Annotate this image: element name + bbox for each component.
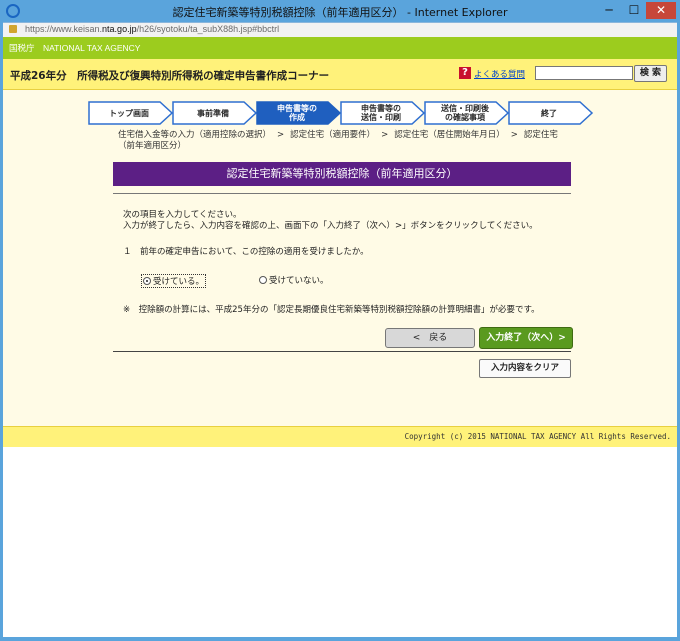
footer: Copyright (c) 2015 NATIONAL TAX AGENCY A…	[3, 426, 677, 447]
step-label: 終了	[541, 108, 557, 118]
close-button[interactable]: ✕	[646, 2, 676, 19]
corner-header: 平成26年分 所得税及び復興特別所得税の確定申告書作成コーナー ? よくある質問…	[3, 59, 677, 90]
agency-name: 国税庁 NATIONAL TAX AGENCY	[9, 43, 141, 53]
breadcrumb-separator: >	[277, 130, 285, 140]
radio-unselected-icon[interactable]	[259, 276, 267, 284]
step-label: 申告書等の 作成	[277, 104, 317, 122]
step-label: トップ画面	[109, 108, 149, 118]
clear-button[interactable]: 入力内容をクリア	[479, 359, 571, 378]
agency-bar: 国税庁 NATIONAL TAX AGENCY	[3, 37, 677, 59]
radio-not-received[interactable]: 受けていない。	[259, 274, 329, 286]
breadcrumb-separator: >	[381, 130, 389, 140]
question-mark-icon[interactable]: ?	[459, 67, 471, 79]
step-5: 送信・印刷後 の確認事項	[424, 101, 510, 125]
back-button[interactable]: < 戻る	[385, 328, 475, 348]
address-bar[interactable]: https://www.keisan.nta.go.jp/h26/syotoku…	[3, 22, 677, 37]
faq-link[interactable]: よくある質問	[474, 68, 525, 80]
breadcrumb-item: 認定住宅（適用要件）	[290, 130, 376, 140]
search-input[interactable]	[535, 66, 633, 80]
window-title: 認定住宅新築等特別税額控除（前年適用区分） - Internet Explore…	[172, 6, 508, 19]
page-title: 平成26年分 所得税及び復興特別所得税の確定申告書作成コーナー	[10, 70, 330, 82]
breadcrumb-item: 認定住宅	[523, 130, 558, 140]
next-button[interactable]: 入力終了（次へ）>	[479, 327, 573, 349]
title-bar[interactable]: 認定住宅新築等特別税額控除（前年適用区分） - Internet Explore…	[0, 0, 680, 22]
browser-window: 認定住宅新築等特別税額控除（前年適用区分） - Internet Explore…	[0, 0, 680, 641]
progress-steps: トップ画面 事前準備 申告書等の 作成 申告書等の 送信・印刷 送信・印刷後 の確認事項 終了	[88, 101, 598, 127]
radio-label[interactable]: 受けている。	[153, 275, 204, 287]
instruction-line: 入力が終了したら、入力内容を確認の上、画面下の「入力終了（次へ）>」ボタンをクリ…	[123, 221, 538, 231]
radio-received[interactable]: 受けている。	[141, 274, 207, 288]
step-label: 申告書等の 送信・印刷	[361, 104, 401, 122]
step-1: トップ画面	[88, 101, 174, 125]
search-button[interactable]: 検 索	[634, 65, 667, 82]
lock-icon	[9, 25, 17, 33]
section-heading: 認定住宅新築等特別税額控除（前年適用区分）	[113, 162, 571, 186]
step-label: 送信・印刷後 の確認事項	[441, 104, 489, 122]
step-4: 申告書等の 送信・印刷	[340, 101, 426, 125]
page-content: 国税庁 NATIONAL TAX AGENCY 平成26年分 所得税及び復興特別…	[3, 37, 677, 637]
breadcrumb-item: 認定住宅（居住開始年月日）	[394, 130, 505, 140]
step-6: 終了	[508, 101, 594, 125]
minimize-button[interactable]: ─	[598, 2, 620, 19]
question-label: １ 前年の確定申告において、この控除の適用を受けましたか。	[123, 247, 369, 257]
radio-label[interactable]: 受けていない。	[269, 274, 329, 286]
note-text: ※ 控除額の計算には、平成25年分の「認定長期優良住宅新築等特別税額控除額の計算…	[123, 305, 540, 315]
step-label: 事前準備	[197, 108, 229, 118]
breadcrumb: 住宅借入金等の入力（適用控除の選択） > 認定住宅（適用要件） > 認定住宅（居住開始年…	[118, 130, 588, 152]
copyright-text: Copyright (c) 2015 NATIONAL TAX AGENCY A…	[404, 432, 671, 441]
step-3: 申告書等の 作成	[256, 101, 342, 125]
maximize-button[interactable]: ☐	[623, 2, 645, 19]
instructions: 次の項目を入力してください。 入力が終了したら、入力内容を確認の上、画面下の「入…	[123, 210, 538, 232]
divider	[113, 193, 571, 194]
breadcrumb-separator: >	[510, 130, 518, 140]
blank-area	[3, 447, 677, 637]
breadcrumb-item: 住宅借入金等の入力（適用控除の選択）	[118, 130, 272, 140]
breadcrumb-item-current: （前年適用区分）	[118, 141, 187, 151]
address-url[interactable]: https://www.keisan.nta.go.jp/h26/syotoku…	[25, 24, 279, 34]
instruction-line: 次の項目を入力してください。	[123, 210, 242, 220]
step-2: 事前準備	[172, 101, 258, 125]
radio-selected-icon[interactable]	[143, 277, 151, 285]
divider	[113, 351, 571, 352]
